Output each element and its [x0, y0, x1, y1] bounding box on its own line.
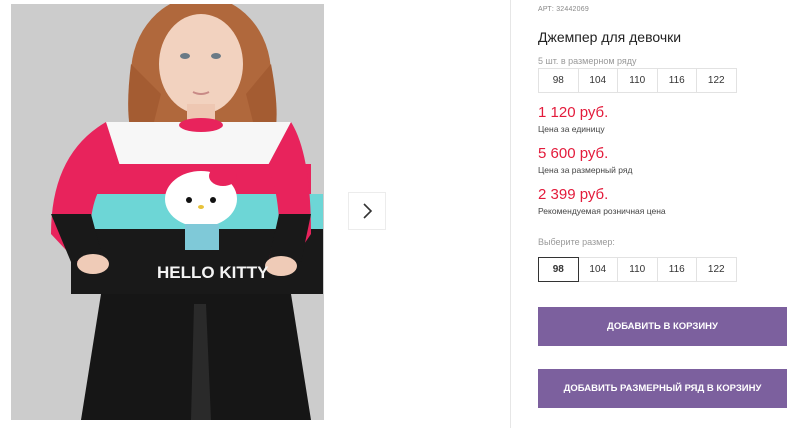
- add-to-cart-button[interactable]: Добавить в корзину: [538, 307, 787, 346]
- article-number: АРТ: 32442069: [538, 6, 589, 13]
- add-pack-to-cart-button[interactable]: Добавить размерный ряд в корзину: [538, 369, 787, 408]
- retail-price-label: Рекомендуемая розничная цена: [538, 206, 666, 216]
- pack-size-cell: 122: [696, 68, 737, 93]
- retail-price: 2 399 руб.: [538, 186, 609, 203]
- pack-size-cell: 104: [577, 68, 618, 93]
- size-selector: 98 104 110 116 122: [538, 257, 737, 282]
- pack-price-label: Цена за размерный ряд: [538, 165, 633, 175]
- unit-price-label: Цена за единицу: [538, 124, 605, 134]
- size-option-98[interactable]: 98: [538, 257, 579, 282]
- unit-price: 1 120 руб.: [538, 104, 609, 121]
- pack-price: 5 600 руб.: [538, 145, 609, 162]
- sweater-print-text: HELLO KITTY: [157, 263, 269, 282]
- panel-divider: [510, 0, 511, 428]
- next-image-button[interactable]: [348, 192, 386, 230]
- pack-size-cell: 116: [656, 68, 697, 93]
- pack-size-cell: 110: [617, 68, 658, 93]
- size-option-122[interactable]: 122: [696, 257, 737, 282]
- product-photo: HELLO KITTY: [11, 4, 324, 420]
- choose-size-label: Выберите размер:: [538, 237, 615, 247]
- pack-sizes-table: 98 104 110 116 122: [538, 68, 737, 93]
- chevron-right-icon: [363, 203, 373, 219]
- size-option-110[interactable]: 110: [617, 257, 658, 282]
- pack-size-label: 5 шт. в размерном ряду: [538, 56, 637, 66]
- size-option-116[interactable]: 116: [656, 257, 697, 282]
- product-title: Джемпер для девочки: [538, 29, 682, 45]
- pack-size-cell: 98: [538, 68, 579, 93]
- size-option-104[interactable]: 104: [577, 257, 618, 282]
- product-photo-illustration: HELLO KITTY: [11, 4, 324, 420]
